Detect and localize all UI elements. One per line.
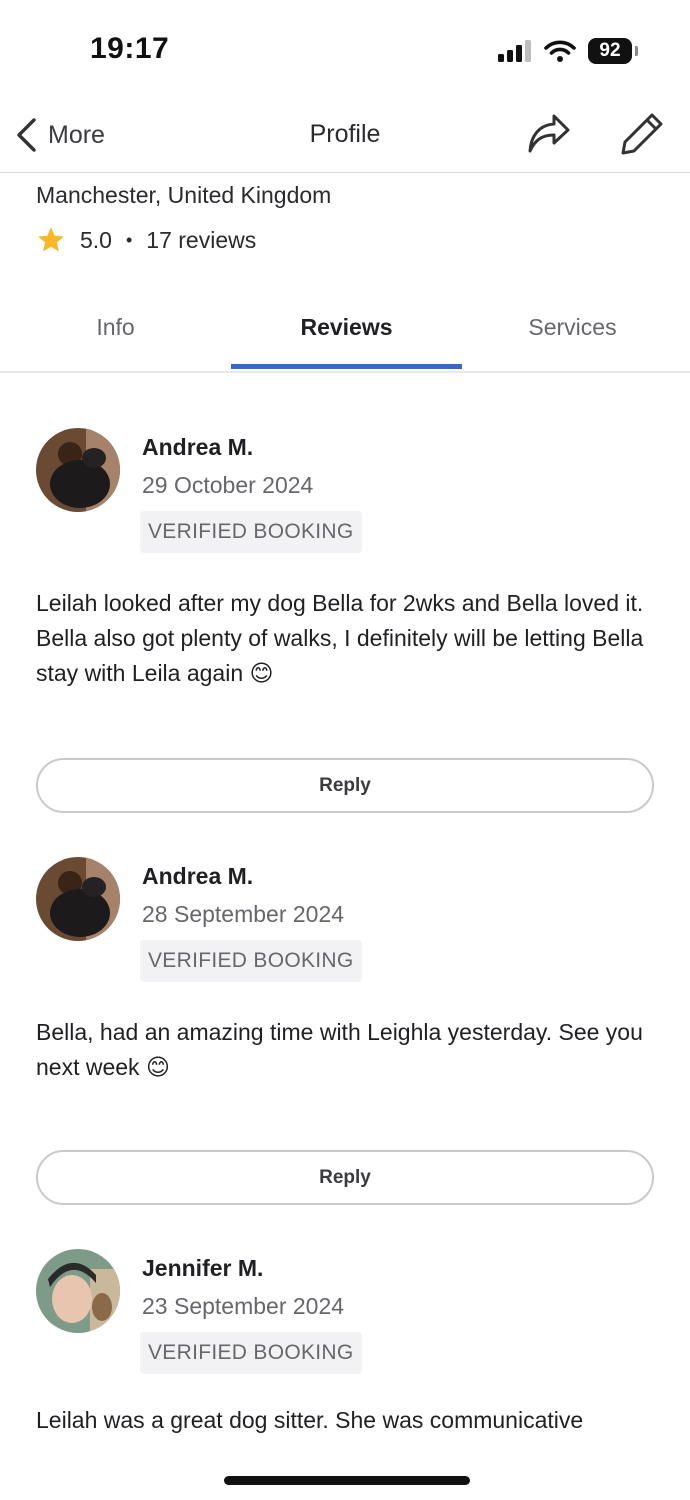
reply-button[interactable]: Reply: [36, 758, 654, 813]
nav-bar: More Profile: [0, 100, 690, 173]
battery-level: 92: [599, 40, 621, 61]
status-icons: 92: [498, 38, 638, 64]
avatar: [36, 1249, 120, 1333]
profile-location: Manchester, United Kingdom: [36, 182, 332, 208]
reviewer-name: Andrea M.: [142, 863, 254, 889]
reviewer-avatar-icon: [36, 1249, 120, 1333]
review-text: Leilah was a great dog sitter. She was c…: [36, 1407, 584, 1433]
wifi-icon: [544, 40, 576, 62]
profile-tabs: Info Reviews Services: [0, 295, 690, 373]
verified-booking-badge: VERIFIED BOOKING: [140, 1332, 362, 1374]
reviewer-name: Andrea M.: [142, 434, 254, 460]
rating-value: 5.0: [80, 226, 112, 253]
signal-icon: [498, 40, 531, 62]
review-text: Bella, had an amazing time with Leighla …: [36, 1019, 643, 1080]
status-bar: 19:17 92: [0, 0, 690, 100]
home-indicator: [224, 1476, 470, 1485]
review-date: 23 September 2024: [142, 1293, 345, 1319]
pencil-icon: [621, 113, 663, 155]
reviewer-name: Jennifer M.: [142, 1255, 264, 1281]
page-title: Profile: [309, 120, 381, 148]
avatar: [36, 857, 120, 941]
active-tab-indicator: [231, 364, 462, 369]
battery-indicator: 92: [588, 38, 638, 64]
reply-button[interactable]: Reply: [36, 1150, 654, 1205]
rating-row: 5.0 • 17 reviews: [36, 225, 256, 255]
avatar: [36, 428, 120, 512]
review-date: 29 October 2024: [142, 472, 314, 498]
review-date: 28 September 2024: [142, 901, 345, 927]
reviewer-avatar-icon: [36, 857, 120, 941]
tab-info[interactable]: Info: [0, 314, 231, 341]
verified-booking-badge: VERIFIED BOOKING: [140, 511, 362, 553]
review-text: Leilah looked after my dog Bella for 2wk…: [36, 590, 644, 686]
share-button[interactable]: [526, 112, 572, 159]
edit-button[interactable]: [618, 110, 666, 163]
tab-reviews[interactable]: Reviews: [231, 314, 462, 341]
verified-booking-badge: VERIFIED BOOKING: [140, 940, 362, 982]
reviews-count: 17 reviews: [146, 226, 257, 253]
reviewer-avatar-icon: [36, 428, 120, 512]
rating-separator: •: [125, 229, 133, 250]
share-icon: [528, 114, 570, 153]
status-time: 19:17: [90, 32, 170, 65]
tab-services[interactable]: Services: [455, 314, 690, 341]
star-icon: [38, 227, 64, 252]
